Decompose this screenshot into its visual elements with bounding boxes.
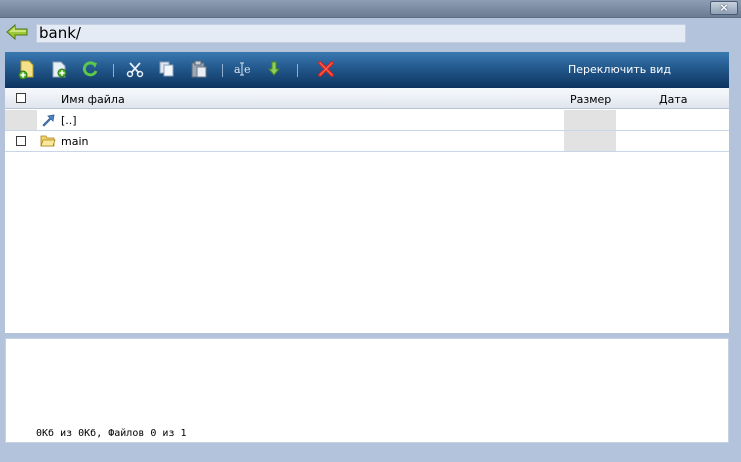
svg-text:a: a: [234, 63, 241, 76]
new-file-icon[interactable]: [17, 59, 37, 80]
toolbar-separator: [113, 64, 114, 77]
column-header-date[interactable]: Дата: [659, 93, 687, 106]
details-panel: 0Кб из 0Кб, Файлов 0 из 1: [5, 338, 729, 443]
column-header-size[interactable]: Размер: [570, 93, 611, 106]
refresh-icon[interactable]: [80, 59, 100, 79]
up-arrow-icon: [40, 113, 56, 127]
close-button[interactable]: ×: [710, 1, 738, 15]
rename-icon[interactable]: a e: [233, 59, 253, 79]
file-list-header: Имя файла Размер Дата: [5, 88, 729, 109]
toolbar: a e Переключить вид: [5, 52, 729, 88]
new-folder-icon[interactable]: [50, 59, 70, 79]
path-field[interactable]: bank/: [36, 24, 686, 43]
window-titlebar: ×: [0, 0, 741, 18]
size-cell: [564, 131, 616, 151]
download-icon[interactable]: [264, 59, 284, 79]
column-header-name[interactable]: Имя файла: [61, 93, 125, 106]
table-row-parent[interactable]: [..]: [5, 110, 729, 131]
size-cell: [564, 110, 616, 130]
table-row-main[interactable]: main: [5, 131, 729, 152]
file-name[interactable]: main: [61, 135, 88, 148]
cut-icon[interactable]: [125, 59, 145, 79]
back-arrow-icon[interactable]: [5, 22, 29, 42]
paste-icon[interactable]: [189, 59, 209, 79]
switch-view-button[interactable]: Переключить вид: [568, 63, 671, 76]
row-checkbox[interactable]: [16, 136, 26, 146]
path-bar: bank/: [0, 20, 741, 46]
delete-icon[interactable]: [316, 59, 336, 79]
copy-icon[interactable]: [157, 59, 177, 79]
status-text: 0Кб из 0Кб, Файлов 0 из 1: [36, 428, 187, 439]
svg-text:e: e: [244, 63, 251, 76]
select-all-checkbox[interactable]: [16, 93, 26, 103]
file-list: Имя файла Размер Дата [..] main: [5, 88, 729, 333]
toolbar-separator: [297, 64, 298, 77]
row-selector-cell: [5, 110, 37, 130]
file-name[interactable]: [..]: [61, 114, 77, 127]
folder-icon: [40, 134, 56, 148]
toolbar-separator: [222, 64, 223, 77]
